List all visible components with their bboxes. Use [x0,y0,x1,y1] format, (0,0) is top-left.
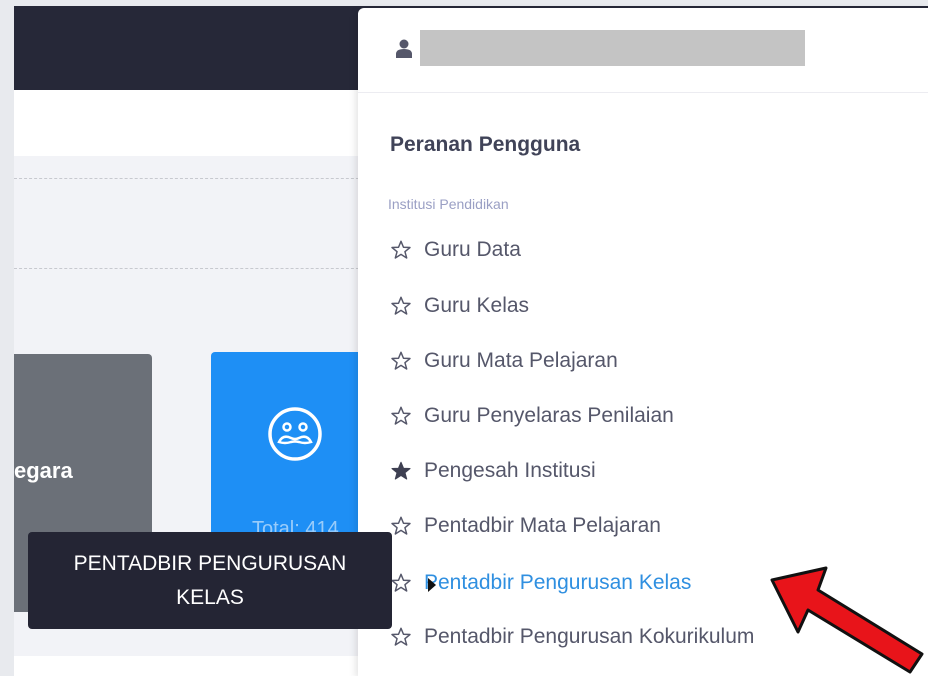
star-outline-icon [391,351,411,370]
role-label: Pentadbir Pengurusan Kokurikulum [424,625,755,648]
role-label: Guru Penyelaras Penilaian [424,404,674,427]
user-icon [396,39,412,58]
role-label: Pengesah Institusi [424,459,596,482]
role-label: Guru Data [424,238,521,261]
star-outline-icon [391,296,411,315]
role-item-pentadbir-pengurusan-kokurikulum[interactable]: Pentadbir Pengurusan Kokurikulum [390,625,754,649]
role-label: Pentadbir Pengurusan Kelas [424,571,692,594]
star-filled-icon [391,461,411,480]
role-item-pengesah-institusi[interactable]: Pengesah Institusi [390,459,596,483]
tooltip-line-2: KELAS [176,585,244,609]
star-outline-icon [391,240,411,259]
user-name-redacted [420,30,805,66]
role-label: Guru Kelas [424,294,530,317]
star-outline-icon [391,573,411,592]
star-outline-icon [391,627,411,646]
menu-title: Peranan Pengguna [390,133,581,156]
role-tooltip: PENTADBIR PENGURUSAN KELAS [28,532,392,629]
role-item-guru-penyelaras-penilaian[interactable]: Guru Penyelaras Penilaian [390,404,674,428]
divider [14,268,374,269]
divider [14,178,374,179]
tooltip-caret [428,578,436,592]
role-item-guru-mata-pelajaran[interactable]: Guru Mata Pelajaran [390,349,618,373]
user-header [358,8,928,93]
star-outline-icon [391,516,411,535]
role-item-guru-kelas[interactable]: Guru Kelas [390,294,529,318]
mustache-smile-icon [268,407,322,461]
stat-card-grey-label: egara [14,458,73,483]
role-label: Pentadbir Mata Pelajaran [424,514,661,537]
star-outline-icon [391,406,411,425]
role-item-pentadbir-mata-pelajaran[interactable]: Pentadbir Mata Pelajaran [390,514,661,538]
tooltip-line-1: PENTADBIR PENGURUSAN [73,551,347,575]
role-label: Guru Mata Pelajaran [424,349,618,372]
role-item-guru-data[interactable]: Guru Data [390,238,521,262]
annotation-arrow-icon [770,566,924,674]
group-label: Institusi Pendidikan [388,196,509,212]
